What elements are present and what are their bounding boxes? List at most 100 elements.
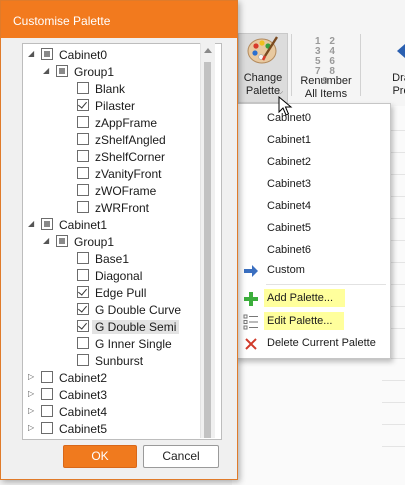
menu-item-palette[interactable]: Cabinet5 bbox=[236, 218, 390, 240]
tree-checkbox[interactable] bbox=[77, 99, 89, 111]
tree-collapse-icon[interactable]: ◢ bbox=[28, 50, 36, 58]
tree-checkbox[interactable] bbox=[41, 388, 53, 400]
tree-expand-icon[interactable]: ▷ bbox=[28, 390, 36, 398]
tree-checkbox[interactable] bbox=[77, 116, 89, 128]
arrow-right-icon bbox=[243, 263, 259, 279]
tree-collapse-icon[interactable]: ◢ bbox=[43, 67, 51, 75]
tree-node[interactable]: ◢ Group1 bbox=[23, 234, 221, 251]
tree-checkbox[interactable] bbox=[77, 167, 89, 179]
tree-expand-icon[interactable]: ▷ bbox=[28, 424, 36, 432]
dialog-title-bar[interactable]: Customise Palette bbox=[1, 1, 237, 38]
tree-node-label: zAppFrame bbox=[95, 116, 158, 130]
tree-node[interactable]: Pilaster bbox=[23, 98, 221, 115]
tree-node-label: Blank bbox=[95, 82, 126, 96]
tree-checkbox[interactable] bbox=[41, 405, 53, 417]
tree-node[interactable]: zWOFrame bbox=[23, 183, 221, 200]
tree-checkbox[interactable] bbox=[77, 354, 89, 366]
tree-node-label: Cabinet1 bbox=[59, 218, 108, 232]
tree-node[interactable]: ▷ Cabinet4 bbox=[23, 404, 221, 421]
change-palette-button[interactable]: Change Palette ⌵ bbox=[238, 33, 288, 103]
tree-checkbox[interactable] bbox=[77, 286, 89, 298]
tree-node[interactable]: Base1 bbox=[23, 251, 221, 268]
menu-item-edit-palette[interactable]: Edit Palette... bbox=[236, 311, 390, 333]
tree-node-label: Sunburst bbox=[95, 354, 144, 368]
tree-node[interactable]: Diagonal bbox=[23, 268, 221, 285]
palette-tree[interactable]: ◢ Cabinet0 ◢ Group1 Blank Pilaster zAppFrame zS… bbox=[22, 43, 222, 440]
draw-profile-button[interactable]: Dra Pro bbox=[386, 34, 405, 102]
tree-checkbox[interactable] bbox=[77, 150, 89, 162]
menu-item-delete-palette[interactable]: Delete Current Palette bbox=[236, 333, 390, 355]
menu-item-label: Edit Palette... bbox=[264, 312, 345, 330]
tree-node-label: Cabinet4 bbox=[59, 405, 108, 419]
cancel-button[interactable]: Cancel bbox=[143, 445, 219, 468]
tree-node-label: Group1 bbox=[74, 65, 115, 79]
tree-node[interactable]: ◢ Cabinet0 bbox=[23, 47, 221, 64]
tree-node[interactable]: zAppFrame bbox=[23, 115, 221, 132]
tree-checkbox[interactable] bbox=[77, 133, 89, 145]
tree-node[interactable]: ▷ Cabinet2 bbox=[23, 370, 221, 387]
mouse-cursor-icon bbox=[278, 96, 293, 116]
tree-checkbox[interactable] bbox=[77, 303, 89, 315]
scrollbar-thumb[interactable] bbox=[204, 62, 211, 438]
tree-checkbox[interactable] bbox=[77, 337, 89, 349]
tree-collapse-icon[interactable]: ◢ bbox=[43, 237, 51, 245]
tree-node[interactable]: Blank bbox=[23, 81, 221, 98]
tree-checkbox[interactable] bbox=[41, 48, 53, 60]
menu-item-label: Cabinet1 bbox=[267, 134, 312, 146]
draw-icon bbox=[391, 34, 405, 68]
tree-node-label: Group1 bbox=[74, 235, 115, 249]
scroll-up-arrow-icon[interactable] bbox=[204, 48, 212, 53]
tree-checkbox[interactable] bbox=[41, 218, 53, 230]
menu-item-custom[interactable]: Custom bbox=[236, 260, 390, 282]
tree-node[interactable]: ▷ Cabinet5 bbox=[23, 421, 221, 438]
tree-node[interactable]: zShelfCorner bbox=[23, 149, 221, 166]
tree-expand-icon[interactable]: ▷ bbox=[28, 407, 36, 415]
menu-item-label: Cabinet2 bbox=[267, 156, 312, 168]
palette-dropdown-menu: Cabinet0 Cabinet1 Cabinet2 Cabinet3 Cabi… bbox=[235, 103, 391, 359]
menu-item-palette[interactable]: Cabinet2 bbox=[236, 152, 390, 174]
tree-node[interactable]: Edge Pull bbox=[23, 285, 221, 302]
dialog-title: Customise Palette bbox=[13, 14, 111, 28]
tree-node[interactable]: zVanityFront bbox=[23, 166, 221, 183]
tree-checkbox[interactable] bbox=[56, 65, 68, 77]
tree-node[interactable]: ▷ Cabinet3 bbox=[23, 387, 221, 404]
tree-checkbox[interactable] bbox=[41, 371, 53, 383]
menu-item-palette[interactable]: Cabinet4 bbox=[236, 196, 390, 218]
tree-node[interactable]: G Double Curve bbox=[23, 302, 221, 319]
tree-node[interactable]: zShelfAngled bbox=[23, 132, 221, 149]
tree-node-label: zWRFront bbox=[95, 201, 149, 215]
tree-checkbox[interactable] bbox=[77, 184, 89, 196]
tree-expand-icon[interactable]: ▷ bbox=[28, 373, 36, 381]
tree-node-label: Cabinet5 bbox=[59, 422, 108, 436]
tree-checkbox[interactable] bbox=[41, 422, 53, 434]
menu-item-palette[interactable]: Cabinet1 bbox=[236, 130, 390, 152]
tree-node[interactable]: ◢ Cabinet1 bbox=[23, 217, 221, 234]
tree-node[interactable]: Sunburst bbox=[23, 353, 221, 370]
tree-node-label: Pilaster bbox=[95, 99, 136, 113]
tree-scrollbar[interactable] bbox=[200, 43, 215, 438]
delete-x-icon bbox=[243, 336, 259, 352]
menu-item-label: Cabinet6 bbox=[267, 244, 312, 256]
tree-checkbox[interactable] bbox=[77, 252, 89, 264]
menu-item-palette[interactable]: Cabinet3 bbox=[236, 174, 390, 196]
tree-checkbox[interactable] bbox=[77, 201, 89, 213]
menu-item-add-palette[interactable]: Add Palette... bbox=[236, 288, 390, 310]
tree-node[interactable]: G Double Semi bbox=[23, 319, 221, 336]
tree-checkbox[interactable] bbox=[77, 82, 89, 94]
tree-node-label: zVanityFront bbox=[95, 167, 162, 181]
tree-node-label: Cabinet2 bbox=[59, 371, 108, 385]
tree-node[interactable]: ◢ Group1 bbox=[23, 64, 221, 81]
ok-button[interactable]: OK bbox=[63, 445, 137, 468]
tree-checkbox[interactable] bbox=[77, 269, 89, 281]
tree-node[interactable]: G Inner Single bbox=[23, 336, 221, 353]
tree-collapse-icon[interactable]: ◢ bbox=[28, 220, 36, 228]
menu-item-label: Add Palette... bbox=[264, 289, 346, 307]
renumber-all-items-button[interactable]: 1 2 3 4 5 6 7 8 9 Renumber All Items bbox=[296, 34, 356, 102]
menu-item-palette[interactable]: Cabinet6 bbox=[236, 240, 390, 262]
tree-checkbox[interactable] bbox=[77, 320, 89, 332]
tree-node[interactable]: zWRFront bbox=[23, 200, 221, 217]
menu-item-label: Cabinet3 bbox=[267, 178, 312, 190]
tree-checkbox[interactable] bbox=[56, 235, 68, 247]
menu-item-palette[interactable]: Cabinet0 bbox=[236, 108, 390, 130]
tree-node-label: Diagonal bbox=[95, 269, 143, 283]
